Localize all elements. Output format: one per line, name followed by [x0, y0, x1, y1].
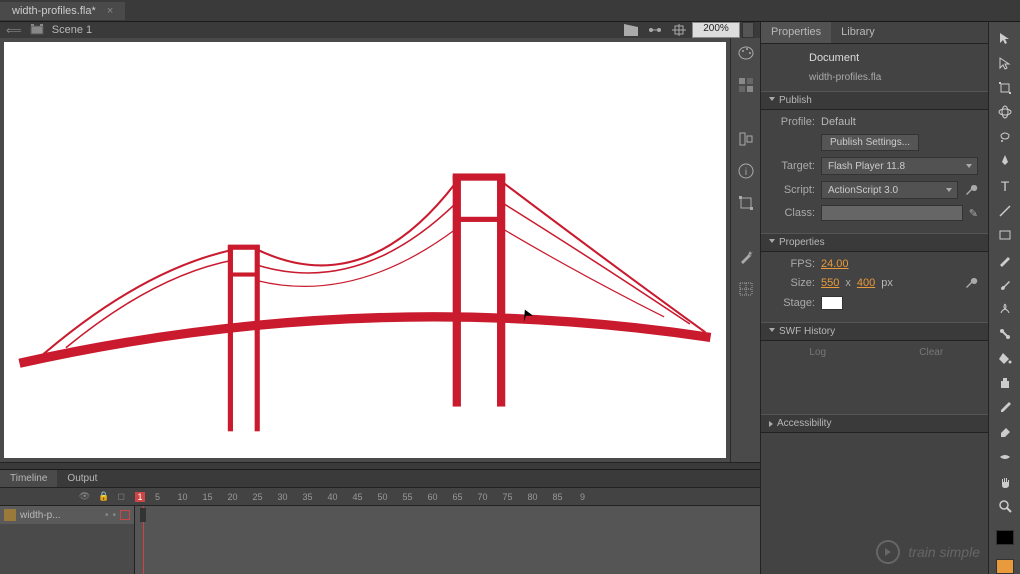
- center-icon[interactable]: [668, 22, 690, 38]
- keyframe[interactable]: [140, 508, 146, 522]
- class-input[interactable]: [821, 205, 963, 221]
- selection-tool[interactable]: [993, 28, 1017, 49]
- ink-bottle-tool[interactable]: [993, 373, 1017, 394]
- eye-icon[interactable]: 👁: [79, 491, 90, 502]
- grid-icon[interactable]: [735, 278, 757, 300]
- subselection-tool[interactable]: [993, 53, 1017, 74]
- bone-tool[interactable]: [993, 324, 1017, 345]
- magic-icon[interactable]: [735, 246, 757, 268]
- section-publish[interactable]: Publish: [761, 91, 988, 110]
- document-tab[interactable]: width-profiles.fla* ×: [0, 2, 125, 20]
- transform-icon[interactable]: [735, 192, 757, 214]
- section-swf-history[interactable]: SWF History: [761, 322, 988, 341]
- section-properties[interactable]: Properties: [761, 233, 988, 252]
- clapper-icon[interactable]: [620, 22, 642, 38]
- zoom-dropdown[interactable]: [742, 22, 754, 38]
- swf-clear-button[interactable]: Clear: [875, 345, 989, 360]
- line-tool[interactable]: [993, 200, 1017, 221]
- width-value[interactable]: 550: [821, 277, 839, 289]
- target-dropdown[interactable]: Flash Player 11.8: [821, 157, 978, 175]
- size-label: Size:: [771, 277, 815, 289]
- close-icon[interactable]: ×: [107, 5, 113, 17]
- eraser-tool[interactable]: [993, 422, 1017, 443]
- scene-icon: [30, 23, 44, 37]
- swf-log-button[interactable]: Log: [761, 345, 875, 360]
- section-accessibility[interactable]: Accessibility: [761, 414, 988, 433]
- layer-row[interactable]: width-p... • •: [0, 506, 134, 524]
- class-label: Class:: [771, 207, 815, 219]
- deco-tool[interactable]: [993, 299, 1017, 320]
- back-icon[interactable]: ⟸: [6, 24, 22, 37]
- pen-tool[interactable]: [993, 151, 1017, 172]
- free-transform-tool[interactable]: [993, 77, 1017, 98]
- watermark-icon: [876, 540, 900, 564]
- horizontal-scrollbar[interactable]: [0, 462, 760, 470]
- stage-label: Stage:: [771, 297, 815, 309]
- lasso-tool[interactable]: [993, 127, 1017, 148]
- script-label: Script:: [771, 184, 815, 196]
- publish-settings-button[interactable]: Publish Settings...: [821, 134, 919, 151]
- zoom-tool[interactable]: [993, 496, 1017, 517]
- text-tool[interactable]: T: [993, 176, 1017, 197]
- palette-icon[interactable]: [735, 42, 757, 64]
- width-tool[interactable]: [993, 447, 1017, 468]
- scene-label[interactable]: Scene 1: [52, 24, 92, 36]
- align-icon[interactable]: [735, 128, 757, 150]
- fill-color[interactable]: [996, 559, 1014, 574]
- doc-type-label: Document: [771, 52, 978, 64]
- tab-library[interactable]: Library: [831, 22, 885, 43]
- doc-filename: width-profiles.fla: [771, 72, 978, 83]
- outline-icon[interactable]: ◻: [118, 491, 125, 502]
- hand-tool[interactable]: [993, 471, 1017, 492]
- frames-area[interactable]: [135, 506, 760, 574]
- brush-tool[interactable]: [993, 274, 1017, 295]
- document-tab-name: width-profiles.fla*: [12, 5, 96, 17]
- paint-bucket-tool[interactable]: [993, 348, 1017, 369]
- swatches-icon[interactable]: [735, 74, 757, 96]
- distribute-icon[interactable]: [644, 22, 666, 38]
- stage-canvas[interactable]: [4, 42, 726, 458]
- wrench-icon[interactable]: [964, 183, 978, 197]
- profile-label: Profile:: [771, 116, 815, 128]
- 3d-rotation-tool[interactable]: [993, 102, 1017, 123]
- svg-text:i: i: [744, 167, 746, 178]
- lock-icon[interactable]: 🔒: [98, 491, 109, 502]
- height-value[interactable]: 400: [857, 277, 875, 289]
- size-wrench-icon[interactable]: [964, 276, 978, 290]
- tab-timeline[interactable]: Timeline: [0, 470, 57, 487]
- rectangle-tool[interactable]: [993, 225, 1017, 246]
- watermark: train simple: [876, 540, 980, 564]
- stage-color-swatch[interactable]: [821, 296, 843, 310]
- target-label: Target:: [771, 160, 815, 172]
- info-icon[interactable]: i: [735, 160, 757, 182]
- fps-value[interactable]: 24.00: [821, 258, 849, 270]
- unit-label: px: [881, 277, 893, 289]
- zoom-input[interactable]: 200%: [692, 22, 740, 38]
- stroke-color[interactable]: [996, 530, 1014, 545]
- layer-name: width-p...: [20, 510, 61, 521]
- pencil-tool[interactable]: [993, 250, 1017, 271]
- pencil-icon[interactable]: ✎: [969, 207, 978, 220]
- fps-label: FPS:: [771, 258, 815, 270]
- script-dropdown[interactable]: ActionScript 3.0: [821, 181, 958, 199]
- frame-ruler[interactable]: 1 5 10 15 20 25 30 35 40 45 50 55 60 65: [135, 488, 760, 505]
- tab-properties[interactable]: Properties: [761, 22, 831, 43]
- layer-icon: [4, 509, 16, 521]
- profile-value: Default: [821, 116, 856, 128]
- tab-output[interactable]: Output: [57, 470, 107, 487]
- svg-text:T: T: [1000, 179, 1009, 193]
- eyedropper-tool[interactable]: [993, 397, 1017, 418]
